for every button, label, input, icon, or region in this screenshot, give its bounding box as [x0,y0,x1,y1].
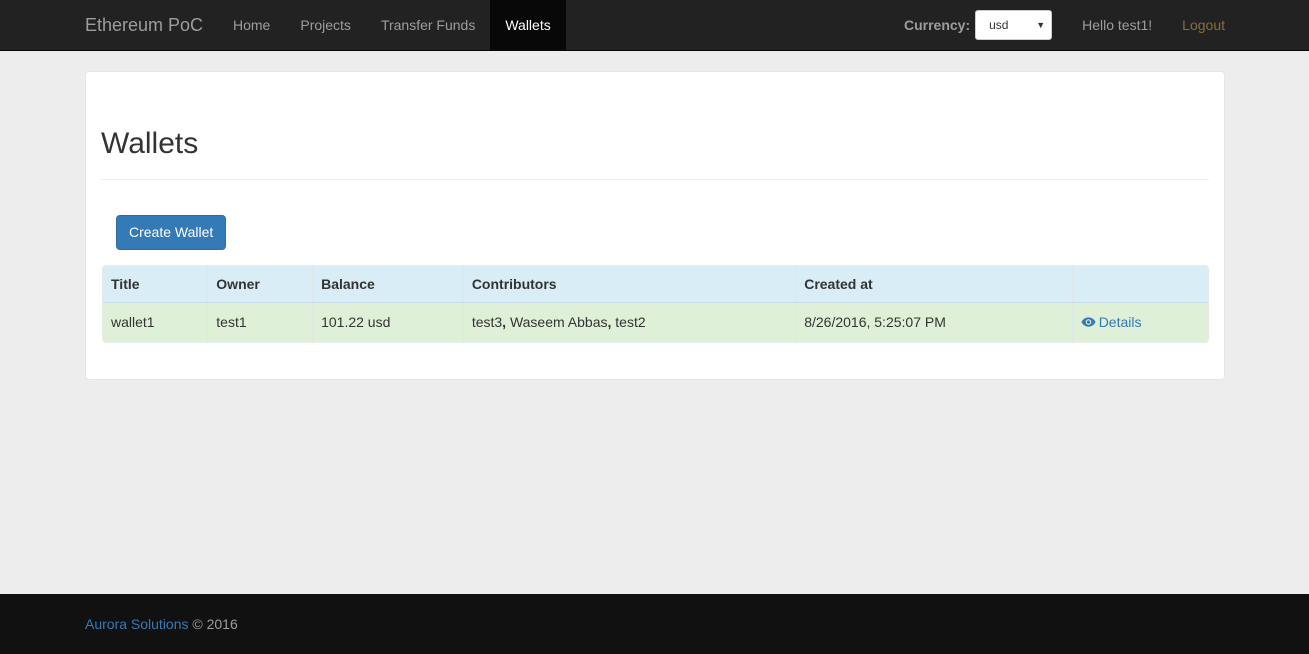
column-header-contributors: Contributors [463,266,797,303]
navbar-right: Currency: usd ▼ Hello test1! Logout [904,0,1225,50]
cell-created-at: 8/26/2016, 5:25:07 PM [795,302,1073,342]
copyright-text: © 2016 [192,616,238,632]
column-header-balance: Balance [312,266,464,303]
cell-actions: Details [1072,302,1208,342]
nav-home[interactable]: Home [218,0,285,50]
contributor: Waseem Abbas [509,314,608,331]
footer-text: Aurora Solutions © 2016 [85,594,238,654]
contributor-separator: , [502,314,510,331]
currency-select[interactable]: usd ▼ [975,10,1053,40]
wallets-table: Title Owner Balance Contributors Created… [103,266,1208,342]
nav-transfer-funds[interactable]: Transfer Funds [366,0,490,50]
contributor: test3 [471,314,503,331]
nav-links: Home Projects Transfer Funds Wallets [218,0,566,50]
details-link[interactable]: Details [1081,313,1142,330]
top-navbar: Ethereum PoC Home Projects Transfer Fund… [0,0,1309,51]
nav-wallets[interactable]: Wallets [490,0,566,50]
cell-title: wallet1 [103,302,209,342]
main-panel: Wallets Create Wallet Title Owner Balanc… [85,71,1225,380]
title-divider [101,179,1209,180]
table-row: wallet1 test1 101.22 usd test3, Waseem A… [103,302,1208,342]
wallets-table-wrapper: Title Owner Balance Contributors Created… [102,265,1209,343]
column-header-created-at: Created at [795,266,1073,303]
currency-select-value: usd [989,18,1009,32]
create-wallet-button[interactable]: Create Wallet [116,215,227,250]
column-header-title: Title [103,266,209,303]
brand-link[interactable]: Ethereum PoC [85,0,203,50]
column-header-owner: Owner [207,266,314,303]
caret-down-icon: ▼ [1036,20,1046,30]
user-greeting: Hello test1! [1082,17,1153,33]
column-header-actions [1072,266,1208,303]
company-link[interactable]: Aurora Solutions [85,616,189,632]
nav-projects[interactable]: Projects [285,0,366,50]
page-title: Wallets [101,127,199,160]
cell-balance: 101.22 usd [312,302,464,342]
currency-label: Currency: [903,17,971,33]
table-header-row: Title Owner Balance Contributors Created… [103,266,1208,303]
logout-link[interactable]: Logout [1182,17,1225,33]
details-label: Details [1098,313,1142,330]
footer: Aurora Solutions © 2016 [0,594,1309,654]
contributor: test2 [615,314,646,331]
eye-icon [1081,317,1096,327]
cell-owner: test1 [207,302,314,342]
cell-contributors: test3, Waseem Abbas, test2 [463,302,797,342]
